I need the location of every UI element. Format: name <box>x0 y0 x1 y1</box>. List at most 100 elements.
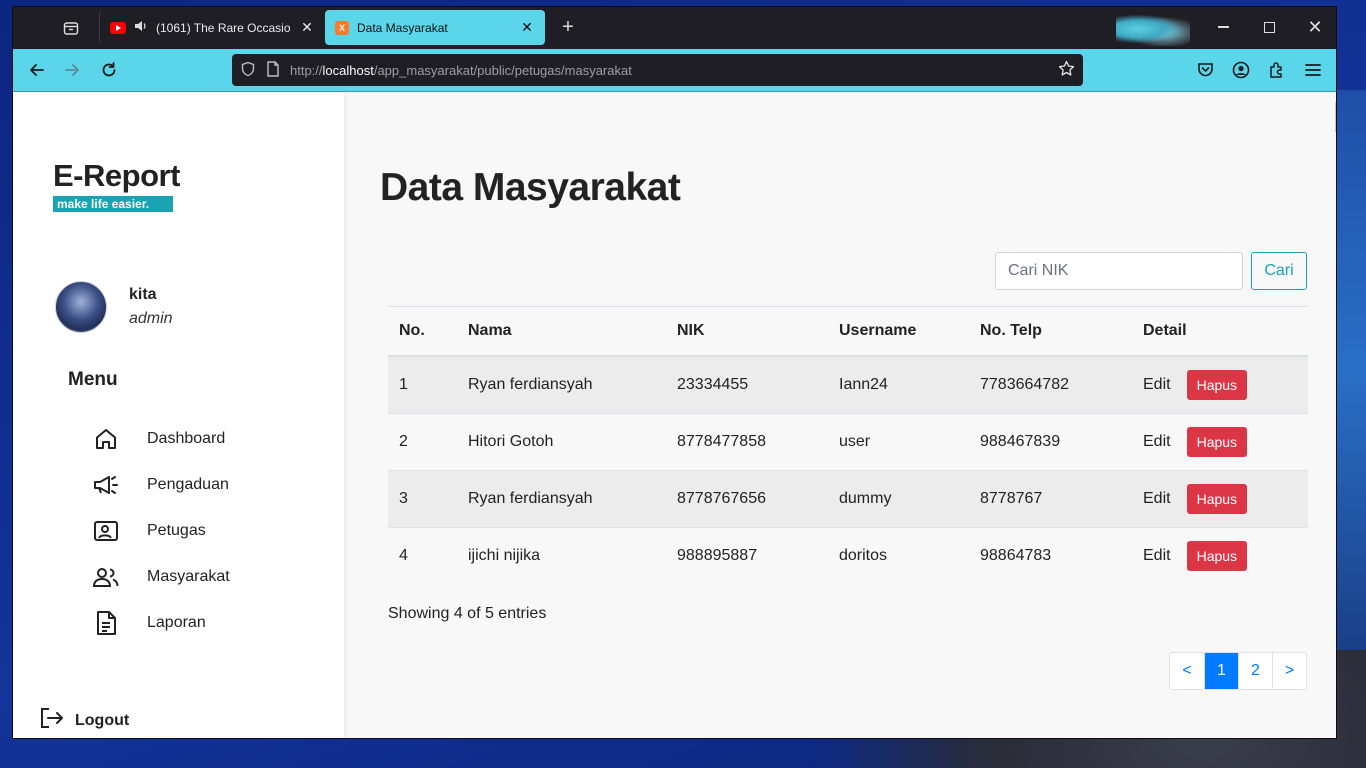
brand: E-Report make life easier. <box>53 158 180 213</box>
page-icon[interactable] <box>266 60 280 80</box>
account-icon[interactable] <box>1230 59 1252 81</box>
users-icon <box>91 562 121 592</box>
pagination-prev[interactable]: < <box>1170 653 1204 689</box>
url-text[interactable]: http://localhost/app_masyarakat/public/p… <box>290 63 1048 78</box>
column-header: Detail <box>1132 306 1308 357</box>
maximize-button[interactable] <box>1246 7 1292 47</box>
delete-button[interactable]: Hapus <box>1186 540 1248 571</box>
search-button[interactable]: Cari <box>1251 252 1307 290</box>
cell-nama: Ryan ferdiansyah <box>457 355 666 413</box>
tab-bar: (1061) The Rare Occasions | ✕ X Data Mas… <box>13 7 1336 49</box>
sidebar-item-label: Dashboard <box>147 430 226 447</box>
page-viewport: E-Report make life easier. kita admin Me… <box>13 91 1336 738</box>
extensions-icon[interactable] <box>1266 59 1288 81</box>
new-tab-icon[interactable]: + <box>557 16 579 39</box>
cell-no: 3 <box>388 469 457 527</box>
avatar <box>55 281 107 333</box>
edit-link[interactable]: Edit <box>1143 376 1171 394</box>
logout-icon <box>39 706 65 735</box>
table-row: 2 Hitori Gotoh 8778477858 user 988467839… <box>388 412 1308 470</box>
pagination-page-1[interactable]: 1 <box>1204 653 1238 689</box>
cell-telp: 98864783 <box>969 526 1132 584</box>
close-tab-icon[interactable]: ✕ <box>519 19 535 36</box>
browser-window: (1061) The Rare Occasions | ✕ X Data Mas… <box>12 6 1337 739</box>
pagination: < 1 2 > <box>1169 652 1307 690</box>
delete-button[interactable]: Hapus <box>1186 483 1248 514</box>
delete-button[interactable]: Hapus <box>1186 426 1248 457</box>
tab-list-icon[interactable] <box>59 17 83 39</box>
table-header-row: No. Nama NIK Username No. Telp Detail <box>388 306 1308 357</box>
cell-nik: 8778767656 <box>666 469 828 527</box>
home-icon <box>91 424 121 454</box>
cell-username: doritos <box>828 526 969 584</box>
cell-detail: Edit Hapus <box>1132 469 1308 527</box>
brand-title: E-Report <box>53 158 180 193</box>
minimize-button[interactable] <box>1200 7 1246 47</box>
tab-youtube[interactable]: (1061) The Rare Occasions | ✕ <box>99 10 325 45</box>
cell-nik: 988895887 <box>666 526 828 584</box>
browser-theme-mascot <box>1116 12 1190 46</box>
tab-title: Data Masyarakat <box>357 20 448 35</box>
pagination-page-2[interactable]: 2 <box>1238 653 1272 689</box>
entries-count: Showing 4 of 5 entries <box>388 605 547 622</box>
edit-link[interactable]: Edit <box>1143 490 1171 508</box>
logout-label: Logout <box>75 711 130 729</box>
sidebar-item-petugas[interactable]: Petugas <box>91 508 230 554</box>
column-header: NIK <box>666 306 828 357</box>
cell-username: user <box>828 412 969 470</box>
cell-telp: 8778767 <box>969 469 1132 527</box>
column-header: No. Telp <box>969 306 1132 357</box>
cell-telp: 7783664782 <box>969 355 1132 413</box>
pagination-next[interactable]: > <box>1272 653 1306 689</box>
reload-icon[interactable] <box>96 57 122 83</box>
sidebar-item-pengaduan[interactable]: Pengaduan <box>91 462 230 508</box>
logout-button[interactable]: Logout <box>39 706 129 735</box>
user-name: kita <box>129 286 157 303</box>
sidebar-item-dashboard[interactable]: Dashboard <box>91 416 230 462</box>
table-row: 3 Ryan ferdiansyah 8778767656 dummy 8778… <box>388 469 1308 527</box>
table-row: 1 Ryan ferdiansyah 23334455 Iann24 77836… <box>388 355 1308 413</box>
delete-button[interactable]: Hapus <box>1186 369 1248 400</box>
sidebar-menu: Dashboard Pengaduan Petugas Masyarakat L… <box>91 416 230 646</box>
close-window-button[interactable]: ✕ <box>1292 7 1336 47</box>
cell-detail: Edit Hapus <box>1132 412 1308 470</box>
brand-tagline: make life easier. <box>53 196 174 212</box>
column-header: Nama <box>457 306 666 357</box>
edit-link[interactable]: Edit <box>1143 433 1171 451</box>
search-nik-input[interactable] <box>995 252 1243 290</box>
tab-data-masyarakat[interactable]: X Data Masyarakat ✕ <box>325 10 545 45</box>
cell-detail: Edit Hapus <box>1132 355 1308 413</box>
address-bar[interactable]: http://localhost/app_masyarakat/public/p… <box>232 54 1083 86</box>
sidebar-item-masyarakat[interactable]: Masyarakat <box>91 554 230 600</box>
forward-arrow-icon[interactable] <box>59 57 85 83</box>
pocket-icon[interactable] <box>1194 59 1216 81</box>
document-icon <box>91 608 121 638</box>
tab-title: (1061) The Rare Occasions | <box>156 20 291 35</box>
cell-no: 4 <box>388 526 457 584</box>
cell-nik: 8778477858 <box>666 412 828 470</box>
cell-nik: 23334455 <box>666 355 828 413</box>
page-title: Data Masyarakat <box>380 166 681 209</box>
wallpaper-edge <box>1336 90 1366 650</box>
menu-heading: Menu <box>68 369 118 390</box>
user-profile: kita admin <box>55 281 173 333</box>
user-role: admin <box>129 310 173 327</box>
bookmark-star-icon[interactable] <box>1058 60 1075 80</box>
speaker-icon[interactable] <box>134 19 148 36</box>
cell-detail: Edit Hapus <box>1132 526 1308 584</box>
column-header: No. <box>388 306 457 357</box>
cell-telp: 988467839 <box>969 412 1132 470</box>
sidebar-item-laporan[interactable]: Laporan <box>91 600 230 646</box>
id-card-icon <box>91 516 121 546</box>
cell-nama: Hitori Gotoh <box>457 412 666 470</box>
sidebar: E-Report make life easier. kita admin Me… <box>13 92 344 738</box>
hamburger-menu-icon[interactable] <box>1302 59 1324 81</box>
back-arrow-icon[interactable] <box>24 57 50 83</box>
close-tab-icon[interactable]: ✕ <box>299 19 315 36</box>
cell-no: 1 <box>388 355 457 413</box>
shield-icon[interactable] <box>240 61 256 80</box>
xampp-icon: X <box>335 20 349 35</box>
cell-username: Iann24 <box>828 355 969 413</box>
sidebar-item-label: Pengaduan <box>147 476 229 493</box>
edit-link[interactable]: Edit <box>1143 547 1171 565</box>
